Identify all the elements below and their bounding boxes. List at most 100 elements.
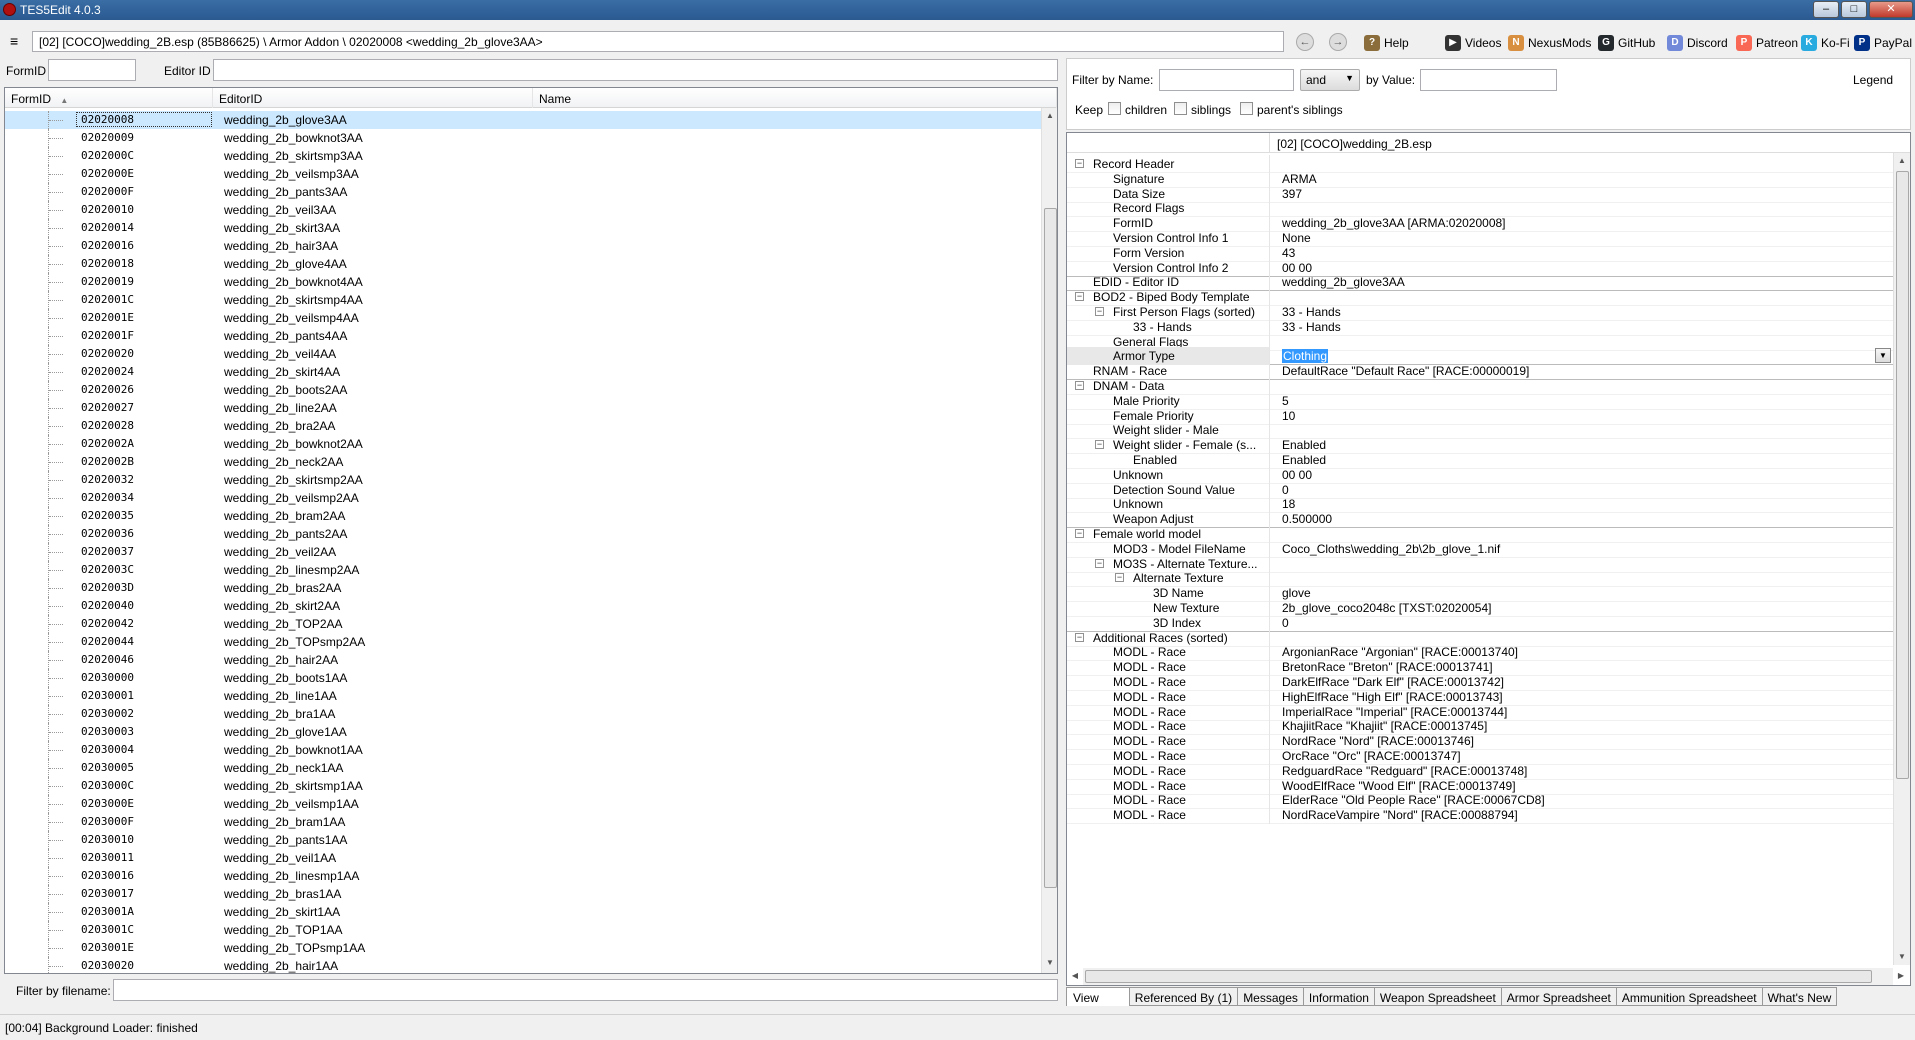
- list-item[interactable]: 02030000 wedding_2b_boots1AA: [5, 669, 1041, 687]
- record-path-field[interactable]: [02] [COCO]wedding_2B.esp (85B86625) \ A…: [32, 31, 1284, 52]
- list-item[interactable]: 02020014 wedding_2b_skirt3AA: [5, 219, 1041, 237]
- list-item[interactable]: 02030017 wedding_2b_bras1AA: [5, 885, 1041, 903]
- list-item[interactable]: 02020024 wedding_2b_skirt4AA: [5, 363, 1041, 381]
- filter-by-name-input[interactable]: [1159, 69, 1294, 91]
- list-item[interactable]: 02020034 wedding_2b_veilsmp2AA: [5, 489, 1041, 507]
- editorid-filter-input[interactable]: [213, 59, 1058, 81]
- keep-parent-siblings-checkbox[interactable]: [1240, 102, 1253, 115]
- scroll-down-icon[interactable]: ▼: [1894, 949, 1910, 965]
- tab-ammunition-spreadsheet[interactable]: Ammunition Spreadsheet: [1616, 987, 1763, 1006]
- list-item[interactable]: 02020046 wedding_2b_hair2AA: [5, 651, 1041, 669]
- collapse-icon[interactable]: −: [1075, 292, 1084, 302]
- list-item[interactable]: 0202000C wedding_2b_skirtsmp3AA: [5, 147, 1041, 165]
- tab-messages[interactable]: Messages: [1238, 987, 1304, 1006]
- plugin-column-header[interactable]: [02] [COCO]wedding_2B.esp: [1277, 137, 1432, 151]
- list-item[interactable]: 02020036 wedding_2b_pants2AA: [5, 525, 1041, 543]
- list-item[interactable]: 02020028 wedding_2b_bra2AA: [5, 417, 1041, 435]
- list-item[interactable]: 0203001A wedding_2b_skirt1AA: [5, 903, 1041, 921]
- list-item[interactable]: 0202001F wedding_2b_pants4AA: [5, 327, 1041, 345]
- list-item[interactable]: 02020010 wedding_2b_veil3AA: [5, 201, 1041, 219]
- collapse-icon[interactable]: −: [1095, 440, 1104, 450]
- list-item[interactable]: 0202001E wedding_2b_veilsmp4AA: [5, 309, 1041, 327]
- list-item[interactable]: 0202000E wedding_2b_veilsmp3AA: [5, 165, 1041, 183]
- legend-button[interactable]: Legend: [1853, 73, 1893, 87]
- record-field-row[interactable]: MODL - Race NordRaceVampire "Nord" [RACE:…: [1067, 806, 1893, 825]
- list-item[interactable]: 0202003D wedding_2b_bras2AA: [5, 579, 1041, 597]
- list-item[interactable]: 02020019 wedding_2b_bowknot4AA: [5, 273, 1041, 291]
- collapse-icon[interactable]: −: [1075, 381, 1084, 390]
- toplink-paypal[interactable]: P PayPal: [1854, 34, 1912, 52]
- back-button[interactable]: ←: [1296, 33, 1314, 51]
- column-header-editorid[interactable]: EditorID: [213, 88, 533, 108]
- list-item[interactable]: 02030002 wedding_2b_bra1AA: [5, 705, 1041, 723]
- tab-view[interactable]: View: [1066, 987, 1130, 1006]
- toplink-discord[interactable]: D Discord: [1667, 34, 1728, 52]
- tab-armor-spreadsheet[interactable]: Armor Spreadsheet: [1501, 987, 1617, 1006]
- record-view-hscrollbar[interactable]: [1083, 968, 1893, 985]
- formid-filter-input[interactable]: [48, 59, 136, 81]
- collapse-icon[interactable]: −: [1095, 558, 1104, 568]
- hscrollbar-thumb[interactable]: [1085, 970, 1872, 983]
- collapse-icon[interactable]: −: [1075, 632, 1084, 642]
- tab-information[interactable]: Information: [1303, 987, 1375, 1006]
- scroll-right-icon[interactable]: ▶: [1893, 968, 1909, 984]
- list-item[interactable]: 02020018 wedding_2b_glove4AA: [5, 255, 1041, 273]
- maximize-button[interactable]: □: [1841, 1, 1867, 18]
- list-item[interactable]: 02020037 wedding_2b_veil2AA: [5, 543, 1041, 561]
- collapse-icon[interactable]: −: [1075, 529, 1084, 538]
- keep-children-checkbox[interactable]: [1108, 102, 1121, 115]
- list-item[interactable]: 02020032 wedding_2b_skirtsmp2AA: [5, 471, 1041, 489]
- tab-what-s-new[interactable]: What's New: [1762, 987, 1838, 1006]
- list-item[interactable]: 02020040 wedding_2b_skirt2AA: [5, 597, 1041, 615]
- toplink-github[interactable]: G GitHub: [1598, 34, 1655, 52]
- keep-siblings-checkbox[interactable]: [1174, 102, 1187, 115]
- list-item[interactable]: 0203000F wedding_2b_bram1AA: [5, 813, 1041, 831]
- list-item[interactable]: 0202003C wedding_2b_linesmp2AA: [5, 561, 1041, 579]
- record-list-scrollbar[interactable]: ▲ ▼: [1041, 108, 1057, 973]
- toplink-patreon[interactable]: P Patreon: [1736, 34, 1798, 52]
- list-item[interactable]: 02020044 wedding_2b_TOPsmp2AA: [5, 633, 1041, 651]
- list-item[interactable]: 02030004 wedding_2b_bowknot1AA: [5, 741, 1041, 759]
- close-button[interactable]: ✕: [1869, 1, 1913, 18]
- list-item[interactable]: 0202002B wedding_2b_neck2AA: [5, 453, 1041, 471]
- collapse-icon[interactable]: −: [1095, 307, 1104, 316]
- list-item[interactable]: 0203001E wedding_2b_TOPsmp1AA: [5, 939, 1041, 957]
- forward-button[interactable]: →: [1329, 33, 1347, 51]
- list-item[interactable]: 0202000F wedding_2b_pants3AA: [5, 183, 1041, 201]
- menu-icon[interactable]: ≡: [10, 33, 26, 49]
- list-item[interactable]: 02020008 wedding_2b_glove3AA: [5, 111, 1041, 129]
- list-item[interactable]: 02030011 wedding_2b_veil1AA: [5, 849, 1041, 867]
- scroll-up-icon[interactable]: ▲: [1042, 108, 1057, 124]
- minimize-button[interactable]: –: [1813, 1, 1839, 18]
- list-item[interactable]: 0203001C wedding_2b_TOP1AA: [5, 921, 1041, 939]
- list-item[interactable]: 0203000E wedding_2b_veilsmp1AA: [5, 795, 1041, 813]
- list-item[interactable]: 02020016 wedding_2b_hair3AA: [5, 237, 1041, 255]
- list-item[interactable]: 02030001 wedding_2b_line1AA: [5, 687, 1041, 705]
- list-item[interactable]: 02030016 wedding_2b_linesmp1AA: [5, 867, 1041, 885]
- scroll-up-icon[interactable]: ▲: [1894, 153, 1910, 169]
- list-item[interactable]: 02020020 wedding_2b_veil4AA: [5, 345, 1041, 363]
- scroll-down-icon[interactable]: ▼: [1042, 955, 1057, 971]
- list-item[interactable]: 02030010 wedding_2b_pants1AA: [5, 831, 1041, 849]
- list-item[interactable]: 02030020 wedding_2b_hair1AA: [5, 957, 1041, 973]
- scrollbar-thumb[interactable]: [1896, 171, 1909, 779]
- scrollbar-thumb[interactable]: [1044, 208, 1057, 888]
- record-view-scrollbar[interactable]: ▲ ▼: [1893, 153, 1910, 965]
- toplink-nexusmods[interactable]: N NexusMods: [1508, 34, 1591, 52]
- tab-referenced-by-1[interactable]: Referenced By (1): [1129, 987, 1239, 1006]
- filename-filter-input[interactable]: [113, 979, 1058, 1001]
- column-header-name[interactable]: Name: [533, 88, 1057, 108]
- list-item[interactable]: 02020027 wedding_2b_line2AA: [5, 399, 1041, 417]
- list-item[interactable]: 0203000C wedding_2b_skirtsmp1AA: [5, 777, 1041, 795]
- filter-by-value-input[interactable]: [1420, 69, 1557, 91]
- scroll-left-icon[interactable]: ◀: [1067, 968, 1083, 984]
- toplink-help[interactable]: ? Help: [1364, 34, 1409, 52]
- list-item[interactable]: 02030003 wedding_2b_glove1AA: [5, 723, 1041, 741]
- collapse-icon[interactable]: −: [1075, 159, 1084, 168]
- column-header-formid[interactable]: FormID ▲: [5, 88, 213, 108]
- armor-type-dropdown-button[interactable]: ▼: [1875, 348, 1891, 364]
- collapse-icon[interactable]: −: [1115, 573, 1124, 583]
- list-item[interactable]: 02020026 wedding_2b_boots2AA: [5, 381, 1041, 399]
- list-item[interactable]: 02020042 wedding_2b_TOP2AA: [5, 615, 1041, 633]
- toplink-ko-fi[interactable]: K Ko-Fi: [1801, 34, 1850, 52]
